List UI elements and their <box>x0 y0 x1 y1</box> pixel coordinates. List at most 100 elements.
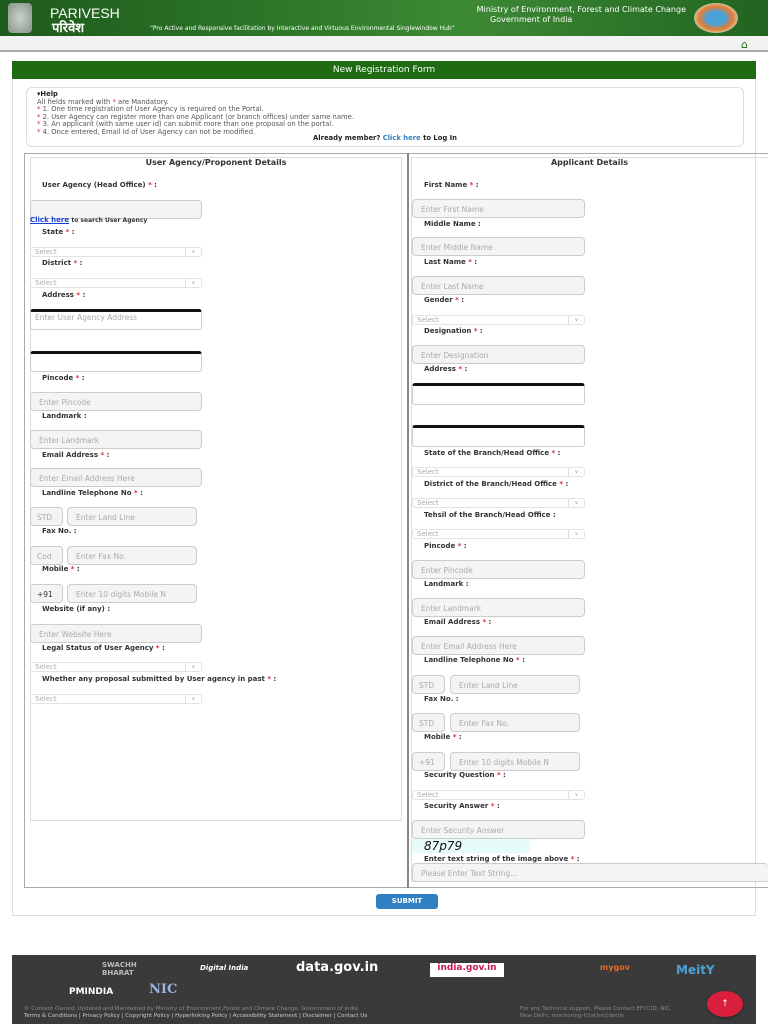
user-agency-label: User Agency (Head Office) * : <box>42 181 157 189</box>
submit-button[interactable]: SUBMIT <box>376 894 438 909</box>
applicant-std-input[interactable]: STD <box>412 675 445 694</box>
digital-india-logo[interactable]: Digital India <box>200 964 248 972</box>
fax-code-input[interactable]: Cod <box>30 546 63 565</box>
branch-state-label: State of the Branch/Head Office * : <box>424 449 561 457</box>
login-link[interactable]: Click here <box>383 134 421 142</box>
applicant-email-input[interactable]: Enter Email Address Here <box>412 636 585 655</box>
brand-hi: परिवेश <box>52 21 85 36</box>
chevron-down-icon: ∨ <box>185 248 201 256</box>
landline-input[interactable]: Enter Land Line <box>67 507 197 526</box>
last-name-label: Last Name * : <box>424 258 478 266</box>
district-label: District * : <box>42 259 83 267</box>
past-proposal-select[interactable]: Select ∨ <box>30 694 202 704</box>
applicant-email-label: Email Address * : <box>424 618 492 626</box>
pmindia-logo[interactable]: PMINDIA <box>69 987 113 997</box>
designation-input[interactable]: Enter Designation <box>412 345 585 364</box>
footer-link[interactable]: Contact Us <box>337 1013 367 1019</box>
email-input[interactable]: Enter Email Address Here <box>30 468 202 487</box>
search-agency-row: Click here to search User Agency <box>30 216 148 224</box>
panel-divider <box>407 153 409 888</box>
mobile-input[interactable]: Enter 10 digits Mobile N <box>67 584 197 603</box>
applicant-address-label: Address * : <box>424 365 468 373</box>
pincode-input[interactable]: Enter Pincode <box>30 392 202 411</box>
mobile-code: +91 <box>30 584 63 603</box>
branch-tehsil-select[interactable]: Select ∨ <box>412 529 585 539</box>
district-select[interactable]: Select ∨ <box>30 278 202 288</box>
gender-select[interactable]: Select ∨ <box>412 315 585 325</box>
security-question-select[interactable]: Select ∨ <box>412 790 585 800</box>
moefcc-logo-icon <box>694 3 738 33</box>
applicant-fax-label: Fax No. : <box>424 695 459 703</box>
pincode-label: Pincode * : <box>42 374 85 382</box>
footer-link[interactable]: Privacy Policy <box>82 1013 119 1019</box>
first-name-input[interactable]: Enter First Name <box>412 199 585 218</box>
address-line2-textarea[interactable] <box>30 351 202 372</box>
address-label: Address * : <box>42 291 86 299</box>
footer-links: Terms & Conditions | Privacy Policy | Co… <box>24 1013 368 1019</box>
footer-link[interactable]: Copyright Policy <box>125 1013 169 1019</box>
data-gov-logo[interactable]: data.gov.in <box>296 960 378 975</box>
chevron-down-icon: ∨ <box>568 791 584 799</box>
india-gov-logo[interactable]: india.gov.in <box>430 963 504 977</box>
chevron-down-icon: ∨ <box>568 499 584 507</box>
site-header: PARIVESH परिवेश Ministry of Environment,… <box>0 0 768 36</box>
landmark-label: Landmark : <box>42 412 87 420</box>
security-answer-label: Security Answer * : <box>424 802 500 810</box>
footer-link[interactable]: Accessibility Statement <box>233 1013 298 1019</box>
chevron-down-icon: ∨ <box>185 663 201 671</box>
state-select[interactable]: Select ∨ <box>30 247 202 257</box>
support-text: For any Technical support, Please Contac… <box>520 1006 672 1019</box>
ministry-name: Ministry of Environment, Forest and Clim… <box>476 5 686 14</box>
footer-link[interactable]: Disclaimer <box>303 1013 332 1019</box>
tagline: “Pro Active and Responsive facilitation … <box>150 25 455 32</box>
meity-logo[interactable]: MeitY <box>676 963 715 977</box>
national-emblem-icon <box>8 3 32 33</box>
applicant-mobile-input[interactable]: Enter 10 digits Mobile N <box>450 752 580 771</box>
applicant-pincode-label: Pincode * : <box>424 542 467 550</box>
nav-bar: ⌂ <box>0 36 768 52</box>
state-label: State * : <box>42 228 75 236</box>
first-name-label: First Name * : <box>424 181 479 189</box>
back-to-top-button[interactable]: ↑ <box>707 991 743 1017</box>
applicant-address-line1[interactable] <box>412 383 585 405</box>
applicant-fax-code-input[interactable]: STD <box>412 713 445 732</box>
security-answer-input[interactable]: Enter Security Answer <box>412 820 585 839</box>
applicant-landline-input[interactable]: Enter Land Line <box>450 675 580 694</box>
website-label: Website (if any) : <box>42 605 111 613</box>
legal-status-label: Legal Status of User Agency * : <box>42 644 165 652</box>
arrow-up-icon: ↑ <box>721 999 729 1009</box>
applicant-landmark-input[interactable]: Enter Landmark <box>412 598 585 617</box>
nic-logo[interactable]: NIC <box>149 982 177 997</box>
fax-input[interactable]: Enter Fax No. <box>67 546 197 565</box>
chevron-down-icon: ∨ <box>185 279 201 287</box>
website-input[interactable]: Enter Website Here <box>30 624 202 643</box>
landline-label: Landline Telephone No * : <box>42 489 143 497</box>
home-icon[interactable]: ⌂ <box>741 38 748 51</box>
std-code-input[interactable]: STD <box>30 507 63 526</box>
email-label: Email Address * : <box>42 451 110 459</box>
mygov-logo[interactable]: mygov <box>600 963 630 972</box>
footer-link[interactable]: Terms & Conditions <box>24 1013 77 1019</box>
captcha-image: 87p79 <box>412 839 530 853</box>
left-panel-title: User Agency/Proponent Details <box>145 158 287 167</box>
chevron-down-icon: ∨ <box>568 316 584 324</box>
landmark-input[interactable]: Enter Landmark <box>30 430 202 449</box>
government-name: Government of India <box>490 15 573 24</box>
copyright-text: © Content Owned, Updated and Maintained … <box>24 1006 358 1012</box>
legal-status-select[interactable]: Select ∨ <box>30 662 202 672</box>
applicant-landline-label: Landline Telephone No * : <box>424 656 525 664</box>
address-line1-textarea[interactable]: Enter User Agency Address <box>30 309 202 330</box>
branch-district-select[interactable]: Select ∨ <box>412 498 585 508</box>
applicant-fax-input[interactable]: Enter Fax No. <box>450 713 580 732</box>
footer-link[interactable]: Hyperlinking Policy <box>175 1013 227 1019</box>
last-name-input[interactable]: Enter Last Name <box>412 276 585 295</box>
applicant-pincode-input[interactable]: Enter Pincode <box>412 560 585 579</box>
gender-label: Gender * : <box>424 296 465 304</box>
applicant-address-line2[interactable] <box>412 425 585 447</box>
right-panel-title: Applicant Details <box>550 158 629 167</box>
captcha-input[interactable]: Please Enter Text String... <box>412 863 768 882</box>
branch-state-select[interactable]: Select ∨ <box>412 467 585 477</box>
search-agency-link[interactable]: Click here <box>30 216 69 224</box>
swachh-bharat-logo[interactable]: SWACHH BHARAT <box>102 961 142 977</box>
middle-name-input[interactable]: Enter Middle Name <box>412 237 585 256</box>
